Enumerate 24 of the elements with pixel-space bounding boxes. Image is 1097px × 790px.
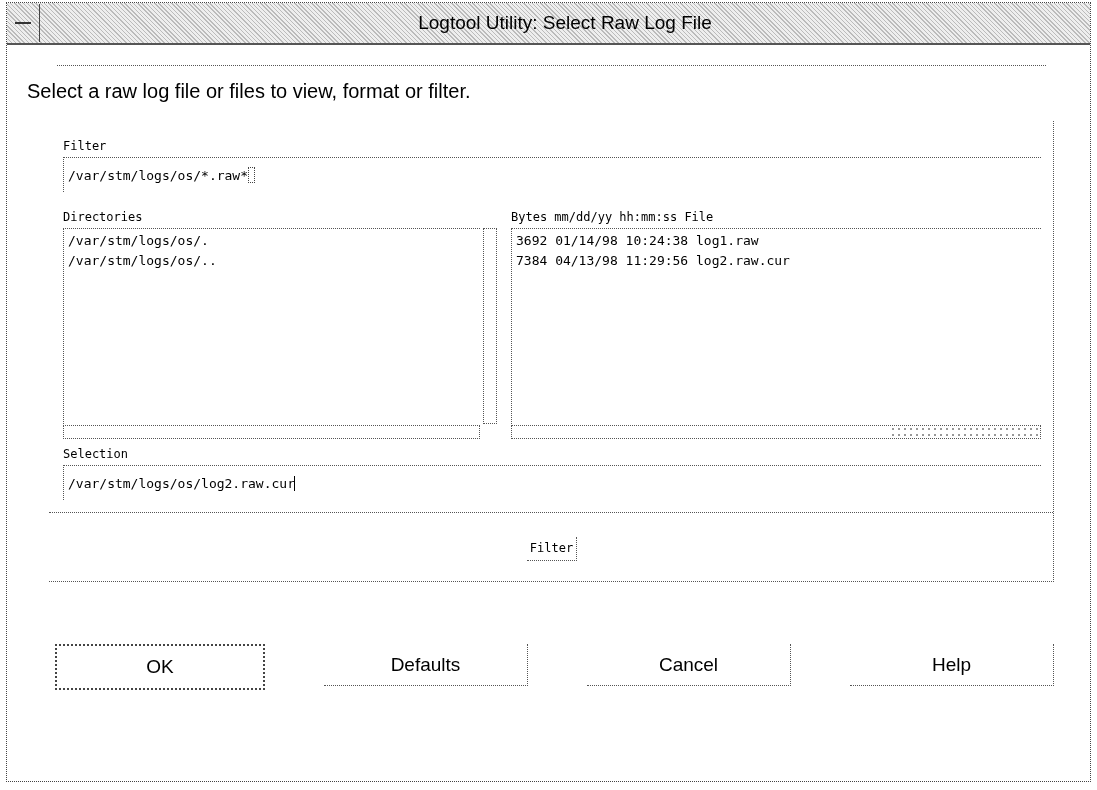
list-item[interactable]: 7384 04/13/98 11:29:56 log2.raw.cur — [516, 251, 1037, 271]
list-label: Bytes mm/dd/yy hh:mm:ss File — [511, 210, 715, 224]
field-label: Filter — [63, 139, 108, 153]
dialog-button[interactable]: Cancel — [587, 644, 791, 686]
list-item[interactable]: /var/stm/logs/os/.. — [68, 251, 476, 271]
dialog-button[interactable]: Help — [850, 644, 1054, 686]
filter-button[interactable]: Filter — [526, 537, 578, 561]
filter-field[interactable]: /var/stm/logs/os/*.raw* — [63, 157, 1041, 192]
list-item[interactable]: /var/stm/logs/os/. — [68, 231, 476, 251]
horizontal-scrollbar[interactable] — [511, 425, 1041, 439]
directory-list[interactable]: /var/stm/logs/os/. /var/stm/logs/os/.. — [63, 228, 480, 424]
field-label: Selection — [63, 447, 130, 461]
text-cursor-icon — [248, 167, 255, 183]
vertical-scrollbar[interactable] — [483, 228, 497, 424]
file-list[interactable]: 3692 01/14/98 10:24:38 log1.raw 7384 04/13/98 11:29:56 log2.raw.cur — [511, 228, 1041, 424]
dialog-button[interactable]: OK — [55, 644, 265, 690]
list-item[interactable]: 3692 01/14/98 10:24:38 log1.raw — [516, 231, 1037, 251]
instruction-text: Select a raw log file or files to view, format or filter. — [27, 80, 472, 103]
selection-field[interactable]: /var/stm/logs/os/log2.raw.cur — [63, 465, 1041, 500]
window-title: Logtool Utility: Select Raw Log File — [417, 12, 713, 34]
horizontal-scrollbar[interactable] — [63, 425, 480, 439]
minus-icon — [15, 22, 31, 24]
list-label: Directories — [63, 210, 144, 224]
dialog-button[interactable]: Defaults — [324, 644, 528, 686]
